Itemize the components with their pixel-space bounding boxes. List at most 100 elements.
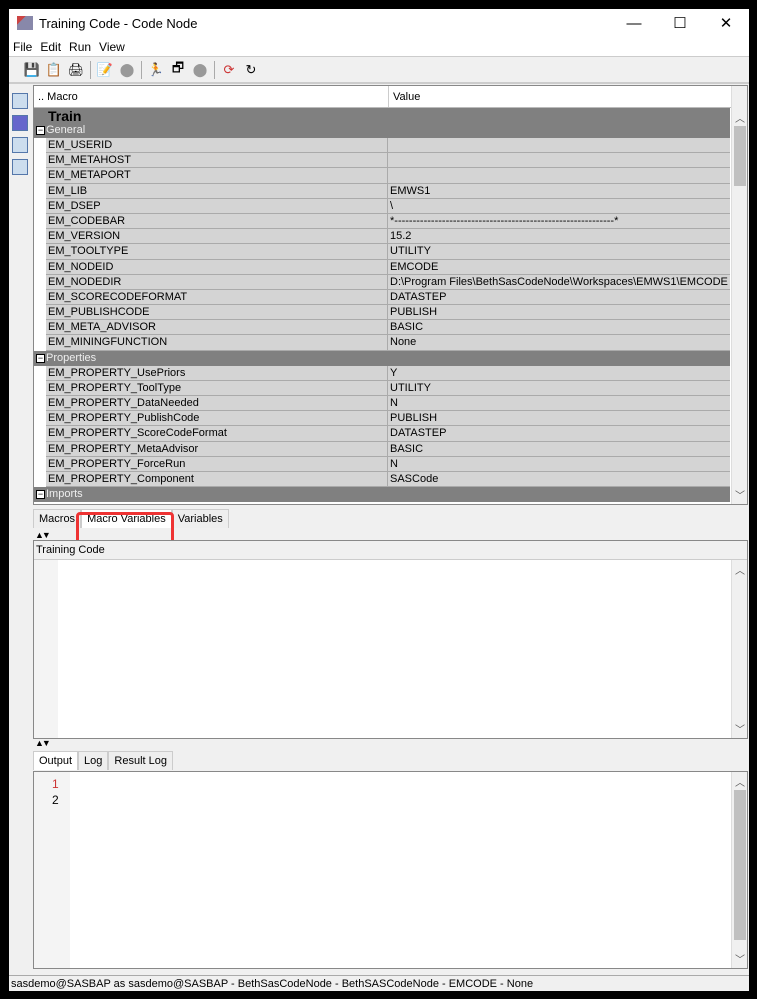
run-node-icon[interactable]: 🗗 [169,60,187,79]
macro-value[interactable]: DATASTEP [388,290,446,304]
splitter-arrows-icon[interactable]: ▲▼ [35,530,51,540]
table-row[interactable]: EM_SCORECODEFORMAT DATASTEP [46,289,730,306]
copy-icon[interactable]: 📋 [45,61,63,79]
macro-value[interactable] [388,153,390,167]
table-row[interactable]: EM_PROPERTY_UsePriors Y [46,365,730,381]
table-row[interactable]: EM_TOOLTYPE UTILITY [46,244,730,260]
table-row[interactable]: EM_PROPERTY_ToolType UTILITY [46,380,730,396]
macro-name: EM_PROPERTY_MetaAdvisor [46,441,388,456]
table-row[interactable]: EM_METAPORT [46,168,730,184]
splitter-arrows-icon[interactable]: ▲▼ [35,738,51,748]
edit-icon[interactable]: 📝 [96,61,114,79]
macro-value[interactable]: \ [388,199,393,213]
close-button[interactable]: ✕ [703,9,749,37]
scroll-down-icon[interactable]: ﹀ [732,487,747,502]
table-row[interactable]: EM_PROPERTY_ForceRun N [46,456,730,472]
table-row[interactable]: EM_PROPERTY_MetaAdvisor BASIC [46,441,730,457]
macro-value[interactable]: PUBLISH [388,305,437,319]
macro-value[interactable]: EMCODE [388,260,438,274]
table-row[interactable]: EM_NODEDIR D:\Program Files\BethSasCodeNo… [46,274,730,290]
macro-value[interactable] [388,168,390,182]
minimize-button[interactable]: — [611,9,657,37]
stop-icon[interactable]: ⬤ [118,61,136,79]
table-row[interactable]: EM_USERID [46,138,730,154]
table-row[interactable]: EM_PROPERTY_ScoreCodeFormat DATASTEP [46,426,730,442]
table-row[interactable]: EM_DSEP \ [46,198,730,214]
collapse-icon[interactable]: − [36,353,45,363]
tab-variables[interactable]: Variables [171,509,229,528]
macro-value[interactable]: EMWS1 [388,184,430,198]
print-icon[interactable]: 🖨 [67,61,85,79]
code-label: Training Code [34,541,747,560]
table-row[interactable]: EM_CODEBAR *-----------------------------… [46,213,730,230]
grid-icon[interactable] [12,115,28,131]
table-row[interactable]: EM_META_ADVISOR BASIC [46,320,730,336]
menu-file[interactable]: File [9,40,36,54]
save-icon[interactable]: 💾 [23,61,41,79]
col-value[interactable]: Value [389,86,424,107]
tab-result-log[interactable]: Result Log [108,751,173,770]
page-icon[interactable] [12,137,28,153]
macro-value[interactable]: BASIC [388,442,423,456]
table-row[interactable]: EM_PROPERTY_PublishCode PUBLISH [46,411,730,427]
table-row[interactable]: EM_PROPERTY_Component SASCode [46,471,730,488]
table-row[interactable]: EM_METAHOST [46,153,730,169]
stop-node-icon[interactable]: ⬤ [191,61,209,79]
macro-value[interactable]: Y [388,366,397,380]
code-editor[interactable]: ︿ ﹀ [34,560,747,738]
macro-value[interactable]: PUBLISH [388,411,437,425]
macro-name: EM_SCORECODEFORMAT [46,289,388,305]
scroll-down-icon[interactable]: ﹀ [732,951,748,966]
collapse-icon[interactable]: − [36,126,45,135]
output-editor[interactable]: 1 2 ︿ ﹀ [33,771,748,969]
table-row[interactable]: EM_PROPERTY_DataNeeded N [46,396,730,412]
macro-value[interactable]: BASIC [388,320,423,334]
table-row[interactable]: EM_LIB EMWS1 [46,183,730,199]
macro-value[interactable]: 15.2 [388,229,411,243]
scroll-up-icon[interactable]: ︿ [732,774,748,789]
group-general[interactable]: − General [34,123,730,138]
group-properties[interactable]: − Properties [34,350,730,366]
collapse-icon[interactable]: − [36,490,45,500]
macro-value[interactable]: N [388,396,398,410]
table-row[interactable]: EM_NODEID EMCODE [46,259,730,275]
macro-value[interactable]: UTILITY [388,381,431,395]
list-icon[interactable] [12,159,28,175]
macro-value[interactable]: D:\Program Files\BethSasCodeNode\Workspa… [388,275,728,289]
output-scrollbar[interactable]: ︿ ﹀ [731,772,747,968]
run-icon[interactable]: 🏃 [147,61,165,79]
table-row[interactable]: EM_MININGFUNCTION None [46,335,730,351]
line-gutter: 1 2 [34,772,70,968]
macro-value[interactable]: N [388,457,398,471]
table-scrollbar[interactable]: ︿ ﹀ [731,86,747,504]
macro-value[interactable]: DATASTEP [388,426,446,440]
refresh-icon[interactable]: ⟳ [220,61,238,79]
col-macro[interactable]: .. Macro [34,86,389,107]
table-row[interactable]: EM_VERSION 15.2 [46,229,730,245]
tab-macros[interactable]: Macros [33,509,82,528]
document-icon[interactable] [12,93,28,109]
menu-edit[interactable]: Edit [36,40,65,54]
reload-icon[interactable]: ↻ [242,61,260,79]
menu-view[interactable]: View [95,40,129,54]
code-scrollbar[interactable]: ︿ ﹀ [731,560,747,738]
maximize-button[interactable]: ☐ [657,9,703,37]
scroll-thumb[interactable] [734,790,746,940]
macro-value[interactable]: SASCode [388,472,438,486]
scroll-up-icon[interactable]: ︿ [732,562,748,577]
table-row[interactable]: EM_PUBLISHCODE PUBLISH [46,305,730,321]
tab-log[interactable]: Log [78,751,109,770]
macro-value[interactable] [388,138,390,152]
group-imports[interactable]: − Imports [34,487,730,503]
scroll-down-icon[interactable]: ﹀ [732,721,748,736]
scroll-thumb[interactable] [734,126,746,186]
macro-value[interactable]: UTILITY [388,244,431,258]
tab-output[interactable]: Output [33,751,79,770]
macro-value[interactable]: *---------------------------------------… [388,214,618,228]
macro-value[interactable]: None [388,335,416,349]
menu-run[interactable]: Run [65,40,95,54]
left-sidebar [9,87,31,181]
macro-name: EM_PROPERTY_DataNeeded [46,396,388,411]
title-bar: Training Code - Code Node — ☐ ✕ [9,9,749,37]
scroll-up-icon[interactable]: ︿ [732,110,747,125]
